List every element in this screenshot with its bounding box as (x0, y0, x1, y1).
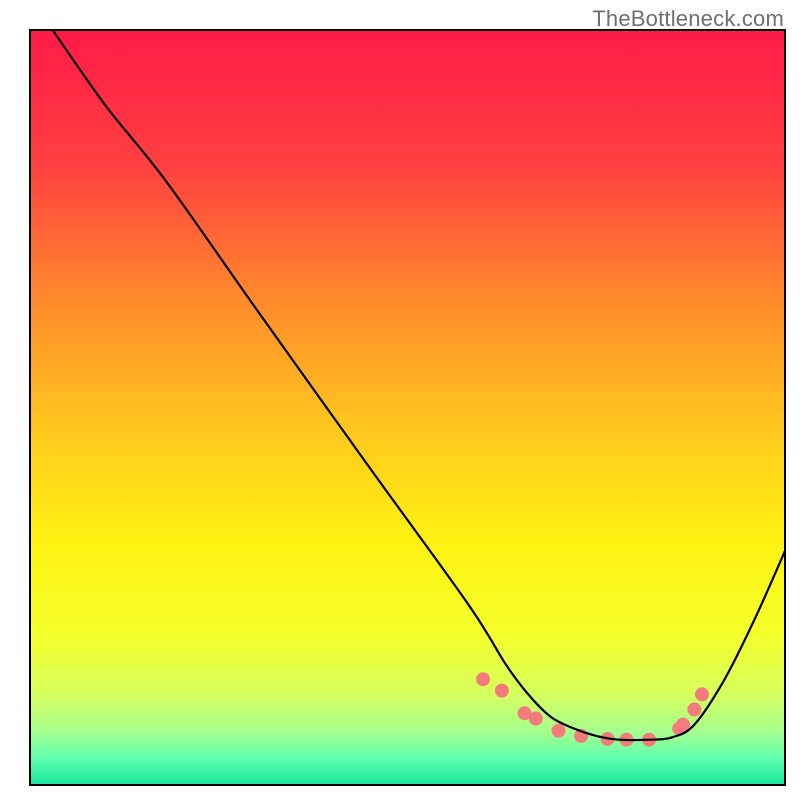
watermark-text: TheBottleneck.com (592, 6, 784, 32)
data-marker (695, 687, 709, 701)
data-marker (552, 724, 566, 738)
data-marker (687, 703, 701, 717)
data-marker (529, 712, 543, 726)
chart-svg (0, 0, 800, 800)
data-marker (476, 672, 490, 686)
chart-container: TheBottleneck.com (0, 0, 800, 800)
chart-background (30, 30, 785, 785)
data-marker (495, 684, 509, 698)
